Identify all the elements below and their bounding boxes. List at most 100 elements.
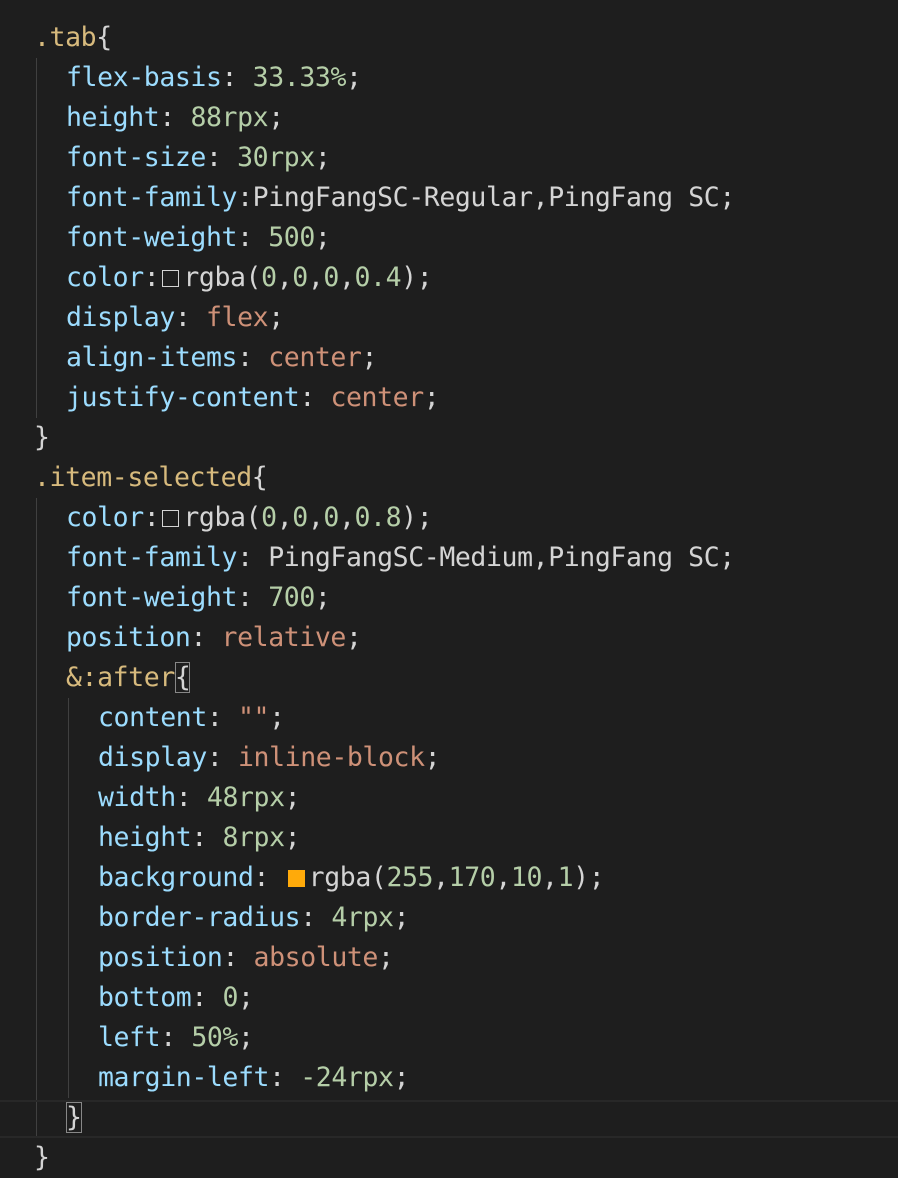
code-line: bottom: 0;	[98, 978, 254, 1018]
code-line: margin-left: -24rpx;	[98, 1058, 410, 1098]
semicolon: ;	[361, 342, 378, 373]
close-paren: )	[401, 502, 417, 533]
semicolon: ;	[284, 822, 301, 853]
color-swatch-icon[interactable]	[162, 510, 180, 527]
css-property: margin-left	[98, 1062, 270, 1093]
number-value: 33.33	[252, 62, 331, 93]
color-swatch-icon[interactable]	[287, 870, 305, 887]
number-value: 0	[323, 262, 339, 293]
punctuation: :	[174, 302, 206, 333]
comma: ,	[307, 502, 324, 533]
semicolon: ;	[377, 942, 394, 973]
number-value: 0	[292, 262, 308, 293]
semicolon: ;	[393, 1062, 410, 1093]
semicolon: ;	[314, 582, 331, 613]
comma: ,	[276, 262, 293, 293]
semicolon: ;	[719, 182, 735, 213]
keyword-value: inline-block	[238, 742, 425, 773]
code-line: left: 50%;	[98, 1018, 254, 1058]
code-line: justify-content: center;	[66, 378, 440, 418]
unit: rpx	[346, 1062, 394, 1093]
code-line: background: rgba(255,170,10,1);	[98, 858, 605, 898]
semicolon: ;	[588, 862, 605, 893]
semicolon: ;	[268, 302, 284, 333]
close-brace: }	[34, 1142, 50, 1173]
punctuation: :	[191, 822, 223, 853]
code-editor[interactable]: .tab{ flex-basis: 33.33%; height: 88rpx;…	[0, 0, 898, 1178]
css-property: content	[98, 702, 207, 733]
string-value: ""	[238, 702, 270, 733]
css-property: font-family	[66, 182, 238, 213]
code-line: height: 8rpx;	[98, 818, 301, 858]
css-property: justify-content	[66, 382, 300, 413]
indent-guide	[36, 498, 37, 1138]
punctuation: :	[221, 62, 253, 93]
number-value: 0	[323, 502, 339, 533]
unit: rpx	[268, 142, 315, 173]
number-value: 0	[292, 502, 308, 533]
number-value: 0	[261, 502, 277, 533]
punctuation: :	[300, 902, 332, 933]
code-line: display: inline-block;	[98, 738, 441, 778]
color-swatch-icon[interactable]	[162, 270, 180, 287]
number-value: 1	[557, 862, 574, 893]
number-value: 8	[222, 822, 238, 853]
punctuation: :	[299, 382, 331, 413]
number-value: 170	[448, 862, 496, 893]
keyword-value: flex	[206, 302, 269, 333]
code-line: flex-basis: 33.33%;	[66, 58, 362, 98]
open-brace: {	[251, 462, 268, 493]
number-value: 0.8	[354, 502, 402, 533]
semicolon: ;	[314, 142, 331, 173]
code-line: font-weight: 700;	[66, 578, 331, 618]
nested-selector: &:after	[66, 662, 175, 693]
punctuation: :	[191, 982, 223, 1013]
semicolon: ;	[268, 102, 284, 133]
keyword-value: center	[268, 342, 362, 373]
punctuation: :	[190, 622, 222, 653]
code-line: }	[34, 418, 50, 458]
rgba-function: rgba(	[183, 262, 262, 293]
code-line: border-radius: 4rpx;	[98, 898, 410, 938]
punctuation: :	[206, 142, 238, 173]
keyword-value: absolute	[253, 942, 379, 973]
css-property: left	[98, 1022, 161, 1053]
rgba-function: rgba(	[308, 862, 387, 893]
punctuation: :	[159, 102, 191, 133]
comma: ,	[433, 862, 449, 893]
code-line: .item-selected{	[34, 458, 268, 498]
unit: %	[222, 1022, 238, 1053]
comma: ,	[276, 502, 293, 533]
css-property: color	[66, 262, 144, 293]
code-line: font-size: 30rpx;	[66, 138, 331, 178]
punctuation: :	[253, 862, 285, 893]
css-property: height	[66, 102, 160, 133]
close-brace-matched: }	[66, 1102, 82, 1133]
css-property: display	[66, 302, 175, 333]
number-value: 255	[386, 862, 434, 893]
number-value: 0	[261, 262, 277, 293]
rgba-function: rgba(	[183, 502, 262, 533]
semicolon: ;	[393, 902, 410, 933]
close-paren: )	[401, 262, 417, 293]
css-property: border-radius	[98, 902, 301, 933]
semicolon: ;	[238, 982, 254, 1013]
number-value: 500	[268, 222, 315, 253]
punctuation: :	[143, 502, 160, 533]
comma: ,	[495, 862, 511, 893]
code-line: position: absolute;	[98, 938, 394, 978]
number-value: 10	[510, 862, 543, 893]
number-value: 50	[191, 1022, 223, 1053]
css-property: flex-basis	[66, 62, 222, 93]
css-property: height	[98, 822, 192, 853]
punctuation: :	[237, 182, 253, 213]
semicolon: ;	[345, 622, 362, 653]
css-property: font-weight	[66, 222, 238, 253]
css-selector: .item-selected	[34, 462, 252, 493]
unit: rpx	[238, 782, 285, 813]
css-property: font-size	[66, 142, 206, 173]
number-value: 48	[206, 782, 239, 813]
number-value: 4	[331, 902, 347, 933]
code-line: width: 48rpx;	[98, 778, 301, 818]
close-brace: }	[34, 422, 50, 453]
